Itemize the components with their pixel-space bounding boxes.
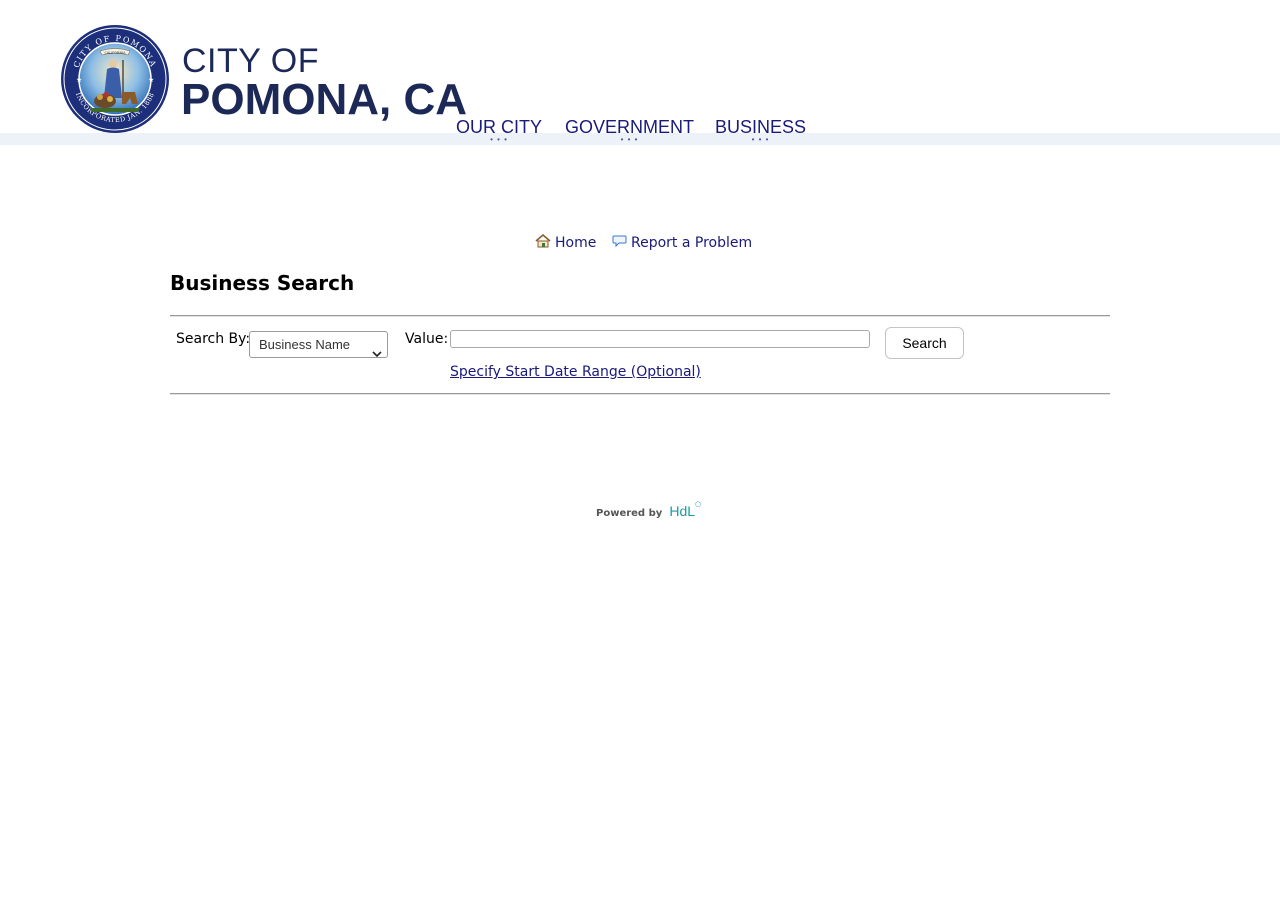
svg-text:★: ★ <box>148 76 154 84</box>
nav-business[interactable]: BUSINESS • • • <box>715 117 807 144</box>
divider-top <box>170 315 1110 317</box>
chevron-down-icon <box>372 341 382 366</box>
nav-dropdown-dots: • • • <box>490 135 508 144</box>
nav-government[interactable]: GOVERNMENT • • • <box>565 117 695 144</box>
report-problem-link[interactable]: Report a Problem <box>612 233 752 255</box>
utility-links: Home Report a Problem <box>0 233 1280 255</box>
nav-dropdown-dots: • • • <box>620 135 639 144</box>
search-button[interactable]: Search <box>885 327 964 359</box>
seal-ribbon-text: CALIFORNIA <box>104 51 126 55</box>
home-icon <box>535 233 551 255</box>
specify-date-range-link[interactable]: Specify Start Date Range (Optional) <box>450 363 701 381</box>
search-by-selected-value: Business Name <box>259 337 351 352</box>
value-input[interactable] <box>450 330 870 348</box>
nav-dropdown-dots: • • • <box>751 135 770 144</box>
search-by-select[interactable]: Business Name <box>249 331 388 358</box>
hdl-mark-icon: ○ <box>695 500 702 508</box>
hdl-brand-text: HdL <box>669 503 696 519</box>
page-title: Business Search <box>170 271 355 295</box>
nav-business-label: BUSINESS <box>715 117 807 137</box>
report-problem-label: Report a Problem <box>631 235 753 251</box>
value-label: Value: <box>405 331 449 347</box>
nav-government-label: GOVERNMENT <box>565 117 695 137</box>
nav-our-city-label: OUR CITY <box>456 117 543 137</box>
powered-by-hdl-logo[interactable]: Powered by HdL○ <box>596 500 701 520</box>
site-header: CITY OF POMONA INCORPORATED JAN. 1888 ★ … <box>0 0 1280 145</box>
nav-our-city[interactable]: OUR CITY • • • <box>456 117 543 144</box>
svg-text:★: ★ <box>76 76 82 84</box>
powered-by-text: Powered by <box>596 508 663 519</box>
city-seal-logo[interactable]: CITY OF POMONA INCORPORATED JAN. 1888 ★ … <box>60 24 170 134</box>
home-link-label: Home <box>555 235 597 251</box>
search-by-label: Search By: <box>176 331 251 347</box>
home-link[interactable]: Home <box>535 233 596 255</box>
divider-bottom <box>170 393 1110 395</box>
speech-bubble-icon <box>612 233 627 255</box>
brand-title-line2[interactable]: POMONA, CA <box>181 76 467 124</box>
